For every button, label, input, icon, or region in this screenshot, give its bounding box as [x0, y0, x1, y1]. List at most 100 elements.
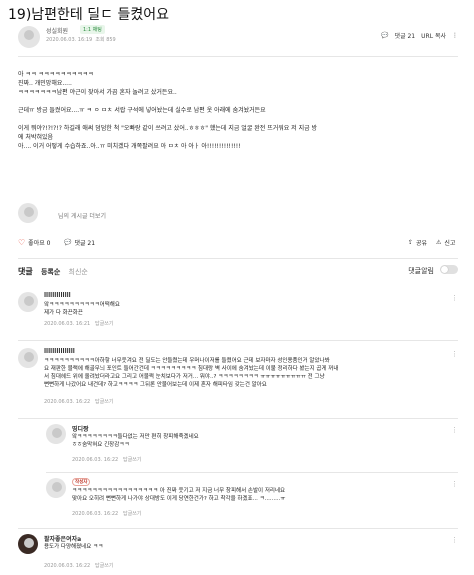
body-line: 이게 뭐야?!?!?!? 하길래 애써 덤덤한 척 "오빠랑 같이 쓰려고 샀어…: [18, 125, 318, 132]
comment-date: 2020.06.03. 16:22: [72, 457, 119, 463]
meta-actions: 💬 댓글 21 URL 복사 ⋮: [381, 31, 458, 40]
comment-line: 용도가 다양해졌네요 ㅋㅋ: [44, 544, 104, 550]
more-icon[interactable]: ⋮: [452, 32, 458, 39]
heart-icon: ♡: [18, 238, 26, 247]
comment-item: lllllllllllllll ⋮ ㅋㅋㅋㅋㅋㅋㅋㅋㅋㅋ아하핳 너무웃겨요 전 …: [18, 348, 458, 418]
divider: [18, 528, 458, 529]
reply-item: 띵디짱 ⋮ 앜ㅋㅋㅋㅋㅋㅋㅋㅋ들다없는 저만 편히 창피해죽겠네요 ㅎㅎ숨막혀요…: [46, 424, 458, 470]
post-date: 2020.06.03. 16:19 조회 859: [46, 36, 116, 43]
body-line: 근데ㅠ 방금 들켰어요....ㅠ ㅋ ㅇ ㅁㅊ 서랍 구석에 넣어놨는데 실수로…: [18, 107, 266, 114]
comment-line: ㅎㅎ숨막혀요 긴장감ㅋㅋ: [72, 442, 130, 448]
chat-badge[interactable]: 1:1 채팅: [80, 25, 105, 34]
comment-line: 뻔뻔하게 나갔어요 내건데? 하고ㅋㅋㅋㅋ 그뒤론 안물어보는데 이제 혼자 해…: [44, 382, 267, 388]
more-icon[interactable]: ⋮: [451, 536, 458, 544]
comment-alarm-toggle[interactable]: [440, 265, 458, 274]
comment-date: 2020.06.03. 16:21: [44, 321, 91, 327]
divider: [18, 418, 458, 419]
comment-text: ㅋㅋㅋㅋㅋㅋㅋㅋㅋㅋ아하핳 너무웃겨요 전 딜도는 안들켰는데 우머나이저를 들…: [44, 357, 338, 389]
comment-alarm-label: 댓글알림: [408, 267, 434, 275]
commenter-name[interactable]: 팔자좋은여자a: [44, 534, 81, 543]
more-icon[interactable]: ⋮: [451, 294, 458, 302]
comment-line: 요 재판한 블랙에 해골무늬 포인트 들어간건데 ㅋㅋㅋㅋㅋㅋㅋㅋㅋ 침대랑 벽…: [44, 366, 339, 372]
commenter-avatar[interactable]: [18, 534, 38, 554]
url-copy-button[interactable]: URL 복사: [421, 31, 446, 40]
comments-title: 댓글: [18, 267, 33, 276]
comment-item: lllllllllllll ⋮ 앜ㅋㅋㅋㅋㅋㅋㅋㅋㅋㅋ어떡해요 제가 다 화끈화…: [18, 292, 458, 336]
reply-button[interactable]: 답글쓰기: [95, 563, 113, 569]
author-badge: 작성자: [72, 478, 91, 486]
post-title: 19)남편한테 딜ㄷ 들켰어요: [8, 7, 169, 23]
report-label: 신고: [444, 240, 456, 247]
siren-icon: ⚠: [436, 239, 442, 246]
commenter-name[interactable]: 띵디짱: [72, 424, 89, 433]
body-line: 아 ㅋㅋ ㅋㅋㅋㅋㅋㅋㅋㅋㅋㅋ: [18, 71, 94, 78]
report-button[interactable]: ⚠ 신고: [436, 238, 455, 247]
reply-button[interactable]: 답글쓰기: [95, 321, 113, 327]
comment-button[interactable]: 💬 댓글 21: [64, 238, 95, 247]
sort-registered[interactable]: 등록순: [41, 268, 60, 276]
body-line: 에 처박혀있음: [18, 134, 54, 141]
divider: [18, 258, 458, 259]
comment-meta: 2020.06.03. 16:22 답글쓰기: [44, 562, 113, 569]
post-body: 아 ㅋㅋ ㅋㅋㅋㅋㅋㅋㅋㅋㅋㅋ 진짜.. 개민망해요..... ㅋㅋㅋㅋㅋㅋㅋ남…: [18, 70, 458, 151]
more-icon[interactable]: ⋮: [451, 426, 458, 434]
divider: [18, 56, 458, 57]
author-profile-box: 님의 게시글 더보기: [18, 203, 458, 227]
like-count: 좋아요 0: [28, 240, 51, 247]
author-avatar-small[interactable]: [18, 203, 38, 223]
post-meta: 성실회원 1:1 채팅 2020.06.03. 16:19 조회 859 💬 댓…: [18, 25, 458, 52]
comment-line: 맞아요 오히려 뻔뻔하게 나가야 상대방도 이게 당연한건가? 하고 착각을 하…: [72, 496, 286, 502]
comment-meta: 2020.06.03. 16:22 답글쓰기: [44, 398, 113, 405]
comment-date: 2020.06.03. 16:22: [44, 399, 91, 405]
comment-text: 용도가 다양해졌네요 ㅋㅋ: [44, 543, 103, 551]
share-label: 공유: [416, 240, 428, 247]
more-icon[interactable]: ⋮: [451, 480, 458, 488]
author-name[interactable]: 성실회원: [46, 26, 68, 35]
comment-line: 앜ㅋㅋㅋㅋㅋㅋㅋㅋㅋㅋ어떡해요: [44, 302, 120, 308]
comment-text: ㅋㅋㅋㅋㅋㅋㅋㅋㅋㅋㅋㅋㅋㅋㅋㅋㅋ 아 진짜 웃기고 저 지금 너무 창피해서 …: [72, 487, 285, 503]
like-button[interactable]: ♡ 좋아요 0: [18, 238, 50, 247]
comment-line: 앜ㅋㅋㅋㅋㅋㅋㅋㅋ들다없는 저만 편히 창피해죽겠네요: [72, 434, 199, 440]
comment-text: 앜ㅋㅋㅋㅋㅋㅋㅋㅋㅋㅋ어떡해요 제가 다 화끈화끈: [44, 301, 120, 317]
comment-icon: 💬: [381, 32, 389, 39]
comment-line: 제가 다 화끈화끈: [44, 310, 83, 316]
reply-button[interactable]: 답글쓰기: [95, 399, 113, 405]
reply-button[interactable]: 답글쓰기: [123, 457, 141, 463]
comment-count-link[interactable]: 댓글 21: [395, 31, 416, 40]
author-badge-wrap: 작성자: [72, 478, 91, 486]
commenter-name[interactable]: lllllllllllll: [44, 292, 71, 299]
body-line: ㅋㅋㅋㅋㅋㅋㅋ남편 야근이 잦아서 가끔 혼자 놀려고 샀거든요..: [18, 89, 177, 96]
comment-date: 2020.06.03. 16:22: [72, 511, 119, 517]
comment-line: ㅋㅋㅋㅋㅋㅋㅋㅋㅋㅋㅋㅋㅋㅋㅋㅋㅋ 아 진짜 웃기고 저 지금 너무 창피해서 …: [72, 488, 286, 494]
view-count: 조회 859: [95, 37, 116, 43]
comment-line: ㅋㅋㅋㅋㅋㅋㅋㅋㅋㅋ아하핳 너무웃겨요 전 딜도는 안들켰는데 우머나이저를 들…: [44, 358, 330, 364]
comment-meta: 2020.06.03. 16:22 답글쓰기: [72, 510, 141, 517]
commenter-avatar[interactable]: [18, 292, 38, 312]
reply-item: 작성자 ⋮ ㅋㅋㅋㅋㅋㅋㅋㅋㅋㅋㅋㅋㅋㅋㅋㅋㅋ 아 진짜 웃기고 저 지금 너무…: [46, 478, 458, 528]
comment-meta: 2020.06.03. 16:22 답글쓰기: [72, 456, 141, 463]
post-date-value: 2020.06.03. 16:19: [46, 37, 93, 43]
commenter-name[interactable]: lllllllllllllll: [44, 348, 75, 355]
divider: [46, 472, 458, 473]
divider: [18, 340, 458, 341]
comment-date: 2020.06.03. 16:22: [44, 563, 91, 569]
commenter-avatar[interactable]: [46, 424, 66, 444]
comment-item: 팔자좋은여자a ⋮ 용도가 다양해졌네요 ㅋㅋ 2020.06.03. 16:2…: [18, 534, 458, 574]
more-posts-link[interactable]: 님의 게시글 더보기: [58, 211, 106, 220]
reply-button[interactable]: 답글쓰기: [123, 511, 141, 517]
comment-icon: 💬: [64, 239, 72, 246]
commenter-avatar[interactable]: [18, 348, 38, 368]
comments-header: 댓글 등록순 최신순 댓글알림: [18, 265, 458, 278]
post-actions: ♡ 좋아요 0 💬 댓글 21 ⇪ 공유 ⚠ 신고: [18, 238, 458, 250]
sort-newest[interactable]: 최신순: [69, 268, 88, 276]
body-line: 진짜.. 개민망해요.....: [18, 80, 72, 87]
author-avatar[interactable]: [18, 26, 40, 48]
comment-text: 앜ㅋㅋㅋㅋㅋㅋㅋㅋ들다없는 저만 편히 창피해죽겠네요 ㅎㅎ숨막혀요 긴장감ㅋㅋ: [72, 433, 199, 449]
comment-meta: 2020.06.03. 16:21 답글쓰기: [44, 320, 113, 327]
commenter-avatar[interactable]: [46, 478, 66, 498]
comment-count: 댓글 21: [74, 240, 96, 247]
more-icon[interactable]: ⋮: [451, 350, 458, 358]
share-button[interactable]: ⇪ 공유: [408, 238, 427, 247]
comment-line: 서 침대헤드 위에 올려놨더라고요 그리고 어물쩍 눈치보다가 저거... 뭐야…: [44, 374, 325, 380]
body-line: 아.... 이거 어떻게 수습하죠..아..ㅠ 미치겠다 개쪽팔려요 아 ㅁㅊ …: [18, 143, 241, 150]
